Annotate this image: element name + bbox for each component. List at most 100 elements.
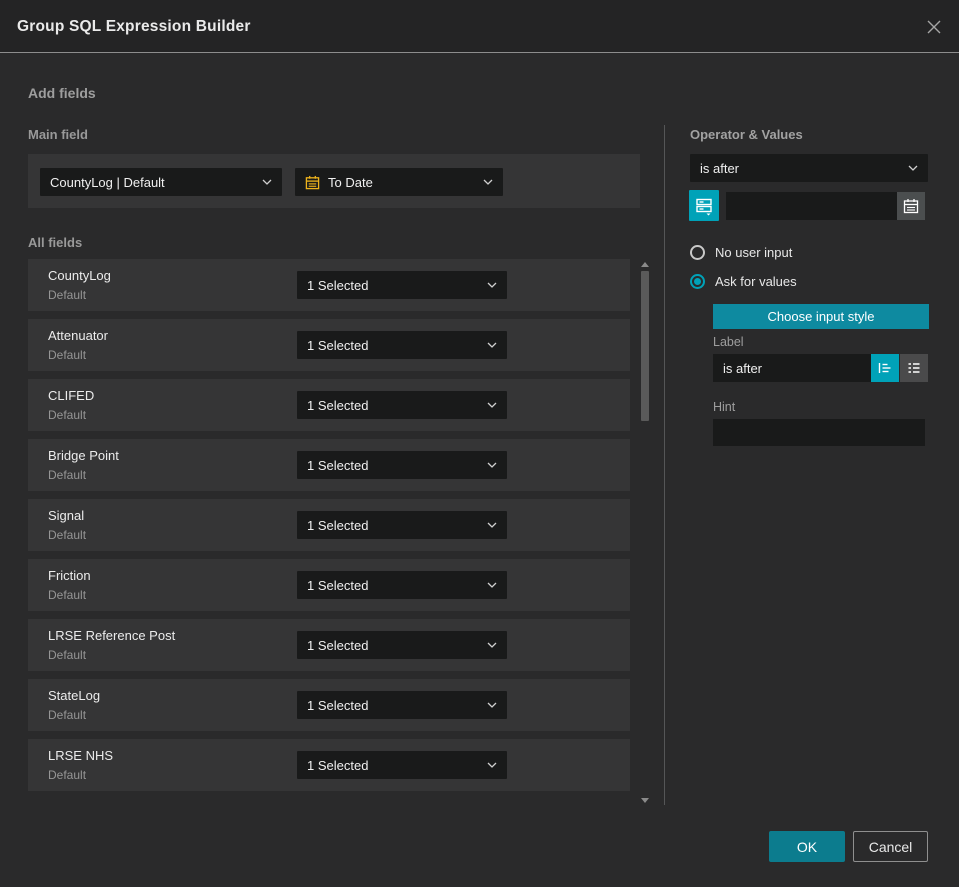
chevron-down-icon [487,522,497,528]
field-source: Default [48,768,87,782]
field-name: StateLog [48,688,101,703]
hint-field-label: Hint [713,400,736,414]
chevron-down-icon [487,282,497,288]
field-selection-value: 1 Selected [307,517,369,533]
radio-circle-selected[interactable] [690,274,705,289]
field-row: Attenuator Default 1 Selected [28,319,630,371]
calendar-icon [903,198,919,214]
radio-ask-for-values-label: Ask for values [715,274,797,289]
input-style-single-line-button[interactable] [871,354,899,382]
field-source: Default [48,288,87,302]
field-selection-value: 1 Selected [307,397,369,413]
field-selection-value: 1 Selected [307,577,369,593]
hint-input[interactable] [713,419,925,446]
scrollbar-down-arrow-icon[interactable] [641,798,649,804]
field-selection-dropdown[interactable]: 1 Selected [297,751,507,779]
field-name: LRSE NHS [48,748,114,763]
chevron-down-icon [487,642,497,648]
ok-button[interactable]: OK [769,831,845,862]
field-row: Friction Default 1 Selected [28,559,630,611]
field-selection-value: 1 Selected [307,277,369,293]
field-row: Signal Default 1 Selected [28,499,630,551]
radio-circle-unselected[interactable] [690,245,705,260]
main-field-select[interactable]: CountyLog | Default [40,168,282,196]
field-selection-value: 1 Selected [307,457,369,473]
chevron-down-icon [487,462,497,468]
dialog-title: Group SQL Expression Builder [17,18,251,35]
field-selection-dropdown[interactable]: 1 Selected [297,451,507,479]
cancel-button[interactable]: Cancel [853,831,928,862]
field-source: Default [48,348,87,362]
field-source: Default [48,408,87,422]
calendar-icon [305,175,320,190]
field-source: Default [48,708,87,722]
field-source: Default [48,468,87,482]
main-field-panel: CountyLog | Default To Date [28,154,640,208]
field-selection-dropdown[interactable]: 1 Selected [297,691,507,719]
field-name: Friction [48,568,91,583]
field-selection-dropdown[interactable]: 1 Selected [297,631,507,659]
field-row: LRSE Reference Post Default 1 Selected [28,619,630,671]
field-row: StateLog Default 1 Selected [28,679,630,731]
add-fields-heading: Add fields [28,85,96,101]
field-source: Default [48,648,87,662]
field-name: LRSE Reference Post [48,628,176,643]
field-selection-dropdown[interactable]: 1 Selected [297,331,507,359]
radio-no-user-input[interactable]: No user input [690,245,792,260]
unique-values-button[interactable] [689,190,719,221]
list-icon [906,360,922,376]
operator-select[interactable]: is after [690,154,928,182]
field-selection-dropdown[interactable]: 1 Selected [297,391,507,419]
input-style-list-button[interactable] [900,354,928,382]
main-field-date-select-value: To Date [328,174,373,190]
list-scrollbar[interactable] [639,258,651,806]
field-selection-value: 1 Selected [307,757,369,773]
field-name: CLIFED [48,388,95,403]
operator-select-value: is after [700,160,740,176]
chevron-down-icon [487,582,497,588]
field-source: Default [48,588,87,602]
main-field-date-select[interactable]: To Date [295,168,503,196]
scrollbar-thumb[interactable] [641,271,649,421]
radio-ask-for-values[interactable]: Ask for values [690,274,797,289]
chevron-down-icon [262,179,272,185]
chevron-down-icon [487,762,497,768]
choose-input-style-button[interactable]: Choose input style [713,304,929,329]
field-name: Attenuator [48,328,108,343]
field-row: CountyLog Default 1 Selected [28,259,630,311]
field-name: CountyLog [48,268,111,283]
chevron-down-icon [487,342,497,348]
value-input[interactable] [726,192,897,220]
label-field-label: Label [713,335,744,349]
field-selection-value: 1 Selected [307,337,369,353]
scrollbar-up-arrow-icon[interactable] [641,262,649,268]
field-selection-dropdown[interactable]: 1 Selected [297,571,507,599]
field-name: Signal [48,508,85,523]
chevron-down-icon [487,702,497,708]
chevron-down-icon [483,179,493,185]
field-row: Bridge Point Default 1 Selected [28,439,630,491]
stacked-rows-icon [695,196,713,216]
date-picker-button[interactable] [897,192,925,220]
align-left-icon [877,360,893,376]
main-field-heading: Main field [28,127,88,142]
field-selection-dropdown[interactable]: 1 Selected [297,511,507,539]
field-name: Bridge Point [48,448,119,463]
vertical-divider [664,125,665,805]
field-row: LRSE NHS Default 1 Selected [28,739,630,791]
all-fields-heading: All fields [28,235,83,250]
close-icon[interactable] [923,16,945,38]
field-row: CLIFED Default 1 Selected [28,379,630,431]
operator-values-heading: Operator & Values [690,127,803,142]
field-selection-dropdown[interactable]: 1 Selected [297,271,507,299]
label-input[interactable] [713,354,871,382]
dialog-header: Group SQL Expression Builder [0,0,959,53]
field-selection-value: 1 Selected [307,637,369,653]
main-field-select-value: CountyLog | Default [50,174,165,190]
chevron-down-icon [908,165,918,171]
radio-no-user-input-label: No user input [715,245,793,260]
field-source: Default [48,528,87,542]
chevron-down-icon [487,402,497,408]
all-fields-list: CountyLog Default 1 Selected Attenuator … [28,259,630,799]
field-selection-value: 1 Selected [307,697,369,713]
